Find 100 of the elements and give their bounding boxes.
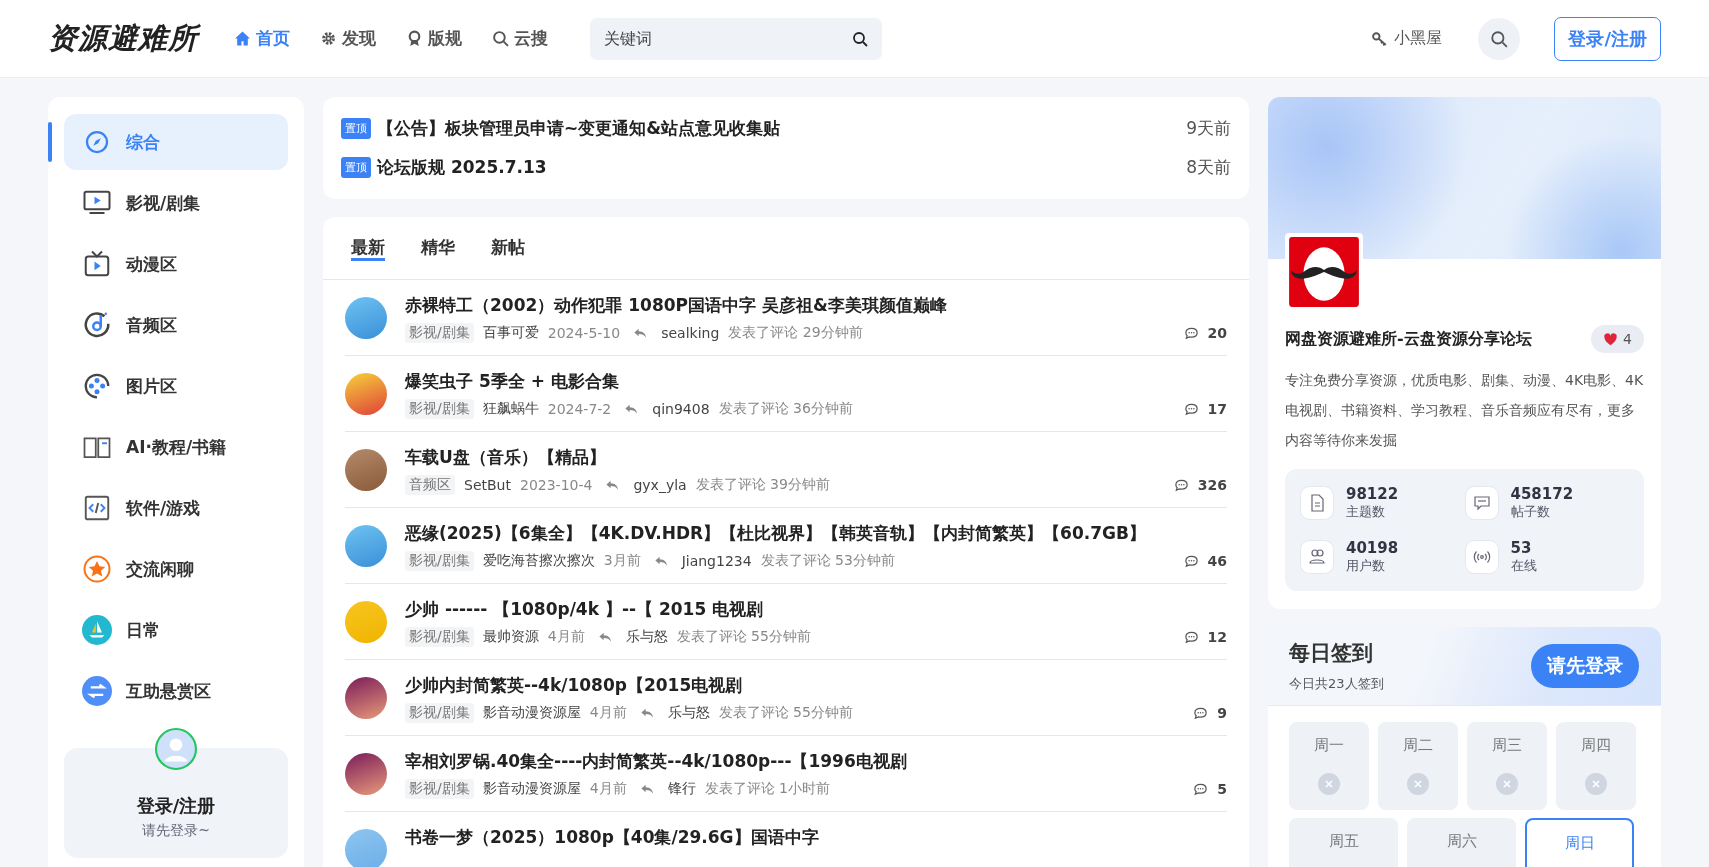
avatar-icon[interactable]: [345, 753, 387, 795]
tab[interactable]: 新帖: [491, 235, 525, 261]
day-cell: 周一: [1289, 722, 1369, 810]
post-date: 4月前: [547, 628, 585, 646]
author-name[interactable]: SetBut: [464, 477, 511, 493]
gear-icon: [320, 30, 337, 47]
search-field[interactable]: 关键词: [590, 17, 882, 60]
replier-name[interactable]: 乐与怒: [625, 628, 668, 646]
active-indicator: [48, 122, 52, 162]
sidebar-item[interactable]: 日常: [64, 602, 288, 658]
login-link[interactable]: 登录/注册: [136, 794, 216, 818]
avatar-icon[interactable]: [345, 373, 387, 415]
nav-link[interactable]: 版规: [406, 27, 462, 50]
reply-info: 发表了评论 29分钟前: [728, 324, 863, 342]
reply-info: 发表了评论 39分钟前: [695, 476, 830, 494]
post-date: 2024-7-2: [547, 401, 612, 417]
comment-icon: [1193, 781, 1209, 797]
post-title-link[interactable]: 书卷一梦（2025）1080p【40集/29.6G】国语中字: [405, 826, 1227, 849]
comment-count: 5: [1217, 781, 1227, 797]
post-title-link[interactable]: 恶缘(2025)【6集全】【4K.DV.HDR】【杜比视界】【韩英音轨】【内封简繁英】【60.7GB】: [405, 522, 1227, 545]
author-name[interactable]: 影音动漫资源屋: [482, 704, 581, 722]
comment-count: 12: [1207, 629, 1227, 645]
sidebar-item[interactable]: 图片区: [64, 358, 288, 414]
sidebar-item[interactable]: 动漫区: [64, 236, 288, 292]
avatar-icon[interactable]: [345, 677, 387, 719]
tab[interactable]: 精华: [421, 235, 455, 261]
checkin-login-button[interactable]: 请先登录: [1531, 644, 1639, 688]
post-date: 4月前: [589, 780, 627, 798]
author-name[interactable]: 最帅资源: [482, 628, 539, 646]
search-icon: [492, 30, 509, 47]
nav-link[interactable]: 发现: [320, 27, 376, 50]
exchange-icon: [82, 676, 112, 706]
replier-name[interactable]: sealking: [661, 325, 720, 341]
site-description: 专注免费分享资源，优质电影、剧集、动漫、4K电影、4K电视剧、书籍资料、学习教程、音乐音频应有尽有，更多内容等待你来发掘: [1285, 371, 1644, 450]
like-button[interactable]: 4: [1591, 325, 1644, 353]
tab[interactable]: 最新: [351, 235, 385, 261]
category-tag[interactable]: 音频区: [405, 475, 455, 495]
nav-link[interactable]: 云搜: [492, 27, 548, 50]
pinned-post-link[interactable]: 【公告】板块管理员申请~变更通知&站点意见收集贴: [377, 117, 1187, 140]
category-tag[interactable]: 影视/剧集: [405, 627, 474, 647]
author-name[interactable]: 百事可爱: [482, 324, 539, 342]
room-link[interactable]: 小黑屋: [1371, 28, 1443, 49]
post-date: 2023-10-4: [519, 477, 593, 493]
search-icon[interactable]: [852, 30, 868, 47]
pinned-post-link[interactable]: 论坛版规 2025.7.13: [377, 156, 1187, 179]
replier-name[interactable]: gyx_yla: [633, 477, 687, 493]
post-title-link[interactable]: 少帅内封简繁英--4k/1080p【2015电视剧: [405, 674, 1227, 697]
replier-name[interactable]: 乐与怒: [667, 704, 710, 722]
category-tag[interactable]: 影视/剧集: [405, 551, 474, 571]
day-cell: 周四: [1556, 722, 1636, 810]
search-icon: [1490, 29, 1509, 48]
replier-name[interactable]: qin9408: [652, 401, 710, 417]
author-name[interactable]: 影音动漫资源屋: [482, 780, 581, 798]
comment-count: 326: [1197, 477, 1227, 493]
checkin-title: 每日签到: [1289, 640, 1374, 667]
day-cell: 周六: [1407, 818, 1516, 867]
post-title-link[interactable]: 宰相刘罗锅.40集全----内封简繁英--4k/1080p---【1996电视剧: [405, 750, 1227, 773]
post-time: 9天前: [1186, 117, 1231, 140]
post-title-link[interactable]: 爆笑虫子 5季全 + 电影合集: [405, 370, 1227, 393]
stat-value: 458172: [1510, 485, 1574, 503]
nav-link[interactable]: 首页: [234, 27, 290, 50]
comment-count: 46: [1207, 553, 1227, 569]
reply-info: 发表了评论 55分钟前: [676, 628, 811, 646]
replier-name[interactable]: Jiang1234: [681, 553, 752, 569]
stat-value: 53: [1510, 539, 1533, 557]
comment-icon: [1183, 401, 1199, 417]
reply-info: 发表了评论 55分钟前: [718, 704, 853, 722]
film-reel-icon: [82, 371, 112, 401]
reply-info: 发表了评论 1小时前: [704, 780, 830, 798]
sidebar-item[interactable]: 交流闲聊: [64, 541, 288, 597]
sidebar-item[interactable]: 软件/游戏: [64, 480, 288, 536]
stat-label: 主题数: [1346, 503, 1386, 521]
login-hint: 请先登录~: [142, 822, 210, 840]
pinned-badge: 置顶: [341, 118, 371, 139]
post-title-link[interactable]: 车载U盘（音乐）【精品】: [405, 446, 1227, 469]
comment-icon: [1183, 629, 1199, 645]
category-tag[interactable]: 影视/剧集: [405, 703, 474, 723]
post-title-link[interactable]: 赤裸特工（2002）动作犯罪 1080P国语中字 吴彦祖&李美琪颜值巅峰: [405, 294, 1227, 317]
home-icon: [234, 30, 251, 47]
sidebar-item[interactable]: 互助悬赏区: [64, 663, 288, 719]
comment-icon: [1183, 553, 1199, 569]
category-tag[interactable]: 影视/剧集: [405, 323, 474, 343]
post-date: 4月前: [589, 704, 627, 722]
sidebar-item[interactable]: 影视/剧集: [64, 175, 288, 231]
sidebar-item[interactable]: AI·教程/书籍: [64, 419, 288, 475]
key-icon: [1371, 30, 1389, 47]
post-title-link[interactable]: 少帅 ------ 【1080p/4k 】--【 2015 电视剧: [405, 598, 1227, 621]
login-button[interactable]: 登录/注册: [1554, 16, 1661, 61]
code-icon: [82, 493, 112, 523]
reply-info: 发表了评论 53分钟前: [760, 552, 895, 570]
replier-name[interactable]: 锋行: [667, 780, 696, 798]
author-name[interactable]: 狂飙蜗牛: [482, 400, 539, 418]
author-name[interactable]: 爱吃海苔擦次擦次: [482, 552, 595, 570]
category-tag[interactable]: 影视/剧集: [405, 399, 474, 419]
sidebar-item[interactable]: 音频区: [64, 297, 288, 353]
avatar-icon: [155, 728, 197, 770]
category-tag[interactable]: 影视/剧集: [405, 779, 474, 799]
document-icon: [1300, 486, 1334, 520]
checkin-count: 今日共23人签到: [1289, 675, 1384, 693]
avatar-icon[interactable]: [345, 449, 387, 491]
